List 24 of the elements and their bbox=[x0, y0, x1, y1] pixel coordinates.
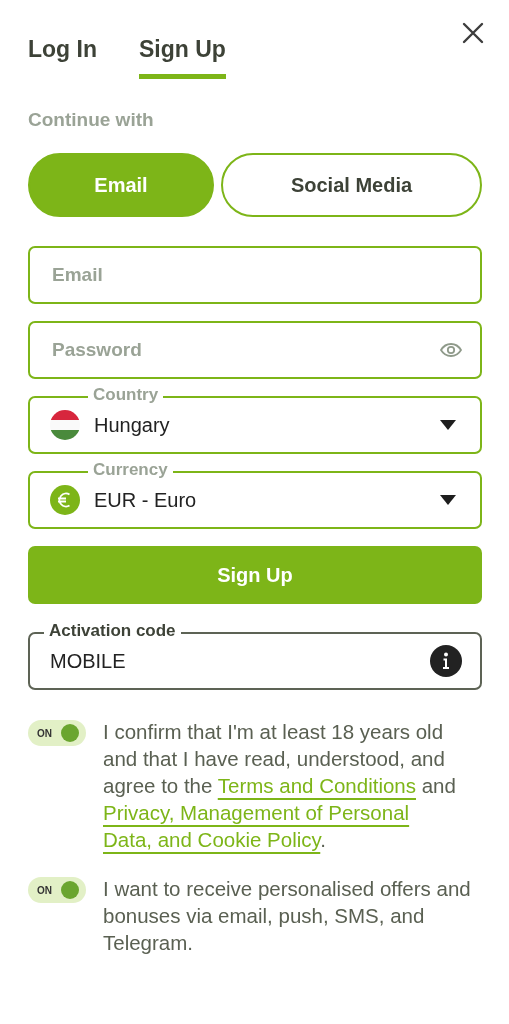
info-icon[interactable] bbox=[430, 645, 462, 677]
tab[interactable]: Sign Up bbox=[139, 21, 226, 79]
input-field[interactable]: Password bbox=[28, 321, 482, 379]
toggle-switch[interactable]: ON bbox=[28, 720, 86, 746]
flag-icon bbox=[50, 410, 80, 440]
consent-text: I confirm that I'm at least 18 years old and that I have read, understood, and agree to the Terms and Conditions and Privacy, Management of Personal Data, and Cookie Policy. bbox=[103, 719, 457, 853]
tab[interactable]: Log In bbox=[28, 21, 97, 79]
eye-icon[interactable] bbox=[440, 343, 462, 357]
euro-icon bbox=[50, 485, 80, 515]
field-label: Country bbox=[88, 385, 164, 405]
toggle-switch[interactable]: ON bbox=[28, 877, 86, 903]
text-input[interactable]: Password bbox=[52, 339, 440, 361]
select-value: Hungary bbox=[94, 413, 171, 437]
input-field[interactable]: Email bbox=[28, 246, 482, 304]
consent-text: I want to receive personalised offers and bonuses via email, push, SMS, and Telegram. bbox=[103, 876, 471, 956]
caret-icon bbox=[440, 495, 456, 505]
field-label: Currency bbox=[88, 460, 173, 480]
method-toggle[interactable]: Social Media bbox=[221, 153, 482, 217]
text-input[interactable]: Email bbox=[52, 264, 462, 286]
section-label: Continue with bbox=[28, 109, 155, 131]
text-input[interactable]: MOBILE bbox=[50, 649, 430, 673]
select-value: EUR - Euro bbox=[94, 488, 198, 512]
caret-icon bbox=[440, 420, 456, 430]
close-icon[interactable] bbox=[462, 22, 484, 44]
